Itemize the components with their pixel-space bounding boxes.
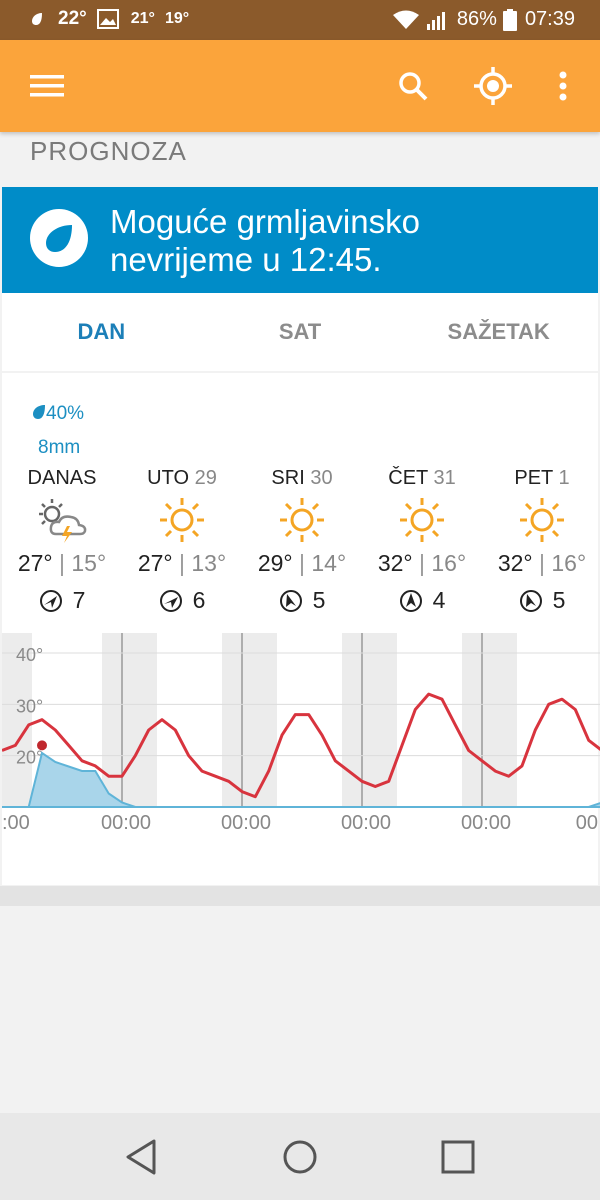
day-wind: 7 [2,587,122,614]
weather-drop-icon [32,13,42,25]
forecast-tabs: DAN SAT SAŽETAK [2,293,598,371]
tab-sazetak[interactable]: SAŽETAK [399,293,598,371]
y-tick-label: 30° [16,696,43,716]
status-time: 07:39 [524,8,575,30]
status-left: 22° 21° 19° [30,8,199,30]
day-column-danas[interactable]: DANAS 27° | 15° 7 [2,467,122,614]
alert-line-2: nevrijeme u 12:45. [110,241,382,278]
day-wind: 4 [362,587,482,614]
sun-icon [242,492,362,548]
day-name: PET 1 [514,467,570,489]
battery-icon [502,8,517,31]
status-temp-current: 22° [58,8,87,29]
day-column-sri[interactable]: SRI 30 29° | 14° 5 [242,467,362,614]
tab-dan[interactable]: DAN [2,293,201,371]
alert-line-1: Moguće grmljavinsko [110,203,420,240]
day-temps: 27° | 15° [17,550,107,576]
day-temps: 32° | 16° [497,550,587,576]
app-bar [0,40,600,132]
thunderstorm-partly-sunny-icon [2,492,122,548]
day-column-uto[interactable]: UTO 29 27° | 13° 6 [122,467,242,614]
x-tick-label: 00 [576,812,598,834]
wind-direction-icon [279,589,302,612]
day-columns: DANAS 27° | 15° 7 UTO 29 27° | 13° 6 SRI… [2,467,600,627]
raindrop-icon [30,209,88,267]
temperature-precipitation-chart[interactable]: 40°30°20°:00 00:00 00:00 00:00 00:00 00 [2,633,600,843]
x-tick-label: 00:00 [341,812,391,834]
wind-direction-icon [519,589,542,612]
sun-icon [482,492,600,548]
current-time-marker [37,740,47,751]
y-tick-label: 40° [16,645,43,665]
status-right: 86% 07:39 [392,8,575,31]
day-column-cet[interactable]: ČET 31 32° | 16° 4 [362,467,482,614]
day-name: DANAS [27,467,97,489]
wind-direction-icon [159,589,182,612]
wind-direction-icon [399,589,422,612]
status-temp-3: 19° [164,10,190,27]
section-title: PROGNOZA [30,136,187,166]
day-name: UTO 29 [147,467,217,489]
day-temps: 29° | 14° [257,550,347,576]
x-tick-label: 00:00 [461,812,511,834]
storm-alert-banner[interactable]: Moguće grmljavinsko nevrijeme u 12:45. [2,187,598,293]
hamburger-icon[interactable] [27,66,67,106]
alert-text: Moguće grmljavinsko nevrijeme u 12:45. [110,203,420,279]
back-icon[interactable] [120,1135,164,1179]
location-target-icon[interactable] [473,66,513,106]
status-temp-2: 21° [130,10,155,27]
day-name: SRI 30 [271,467,333,489]
more-vertical-icon[interactable] [543,66,583,106]
x-tick-label: 00:00 [101,812,151,834]
day-name: ČET 31 [388,467,456,489]
wind-direction-icon [39,589,62,612]
sun-icon [362,492,482,548]
precip-probability: 40% [32,403,84,425]
x-tick-label: :00 [2,812,30,834]
night-band [102,633,157,807]
search-icon[interactable] [393,66,433,106]
drop-icon [33,405,45,419]
home-icon[interactable] [278,1135,322,1179]
day-temps: 32° | 16° [377,550,467,576]
x-tick-label: 00:00 [221,812,271,834]
day-column-pet[interactable]: PET 1 32° | 16° 5 [482,467,600,614]
image-icon [96,9,119,29]
precip-amount: 8mm [38,437,81,458]
day-wind: 5 [482,587,600,614]
signal-icon [426,11,445,30]
card-bottom-divider [0,886,600,906]
recent-apps-icon[interactable] [436,1135,480,1179]
day-temps: 27° | 13° [137,550,227,576]
day-wind: 6 [122,587,242,614]
tab-sat[interactable]: SAT [201,293,400,371]
wifi-icon [392,10,419,29]
navigation-bar [0,1113,600,1200]
status-bar: 22° 21° 19° 86% 07:39 [0,0,600,40]
battery-percent: 86% [456,8,497,30]
night-band [462,633,517,807]
day-wind: 5 [242,587,362,614]
sun-icon [122,492,242,548]
forecast-card: 40% 8mm DANAS 27° | 15° 7 UTO 29 27° | 1… [2,373,600,885]
